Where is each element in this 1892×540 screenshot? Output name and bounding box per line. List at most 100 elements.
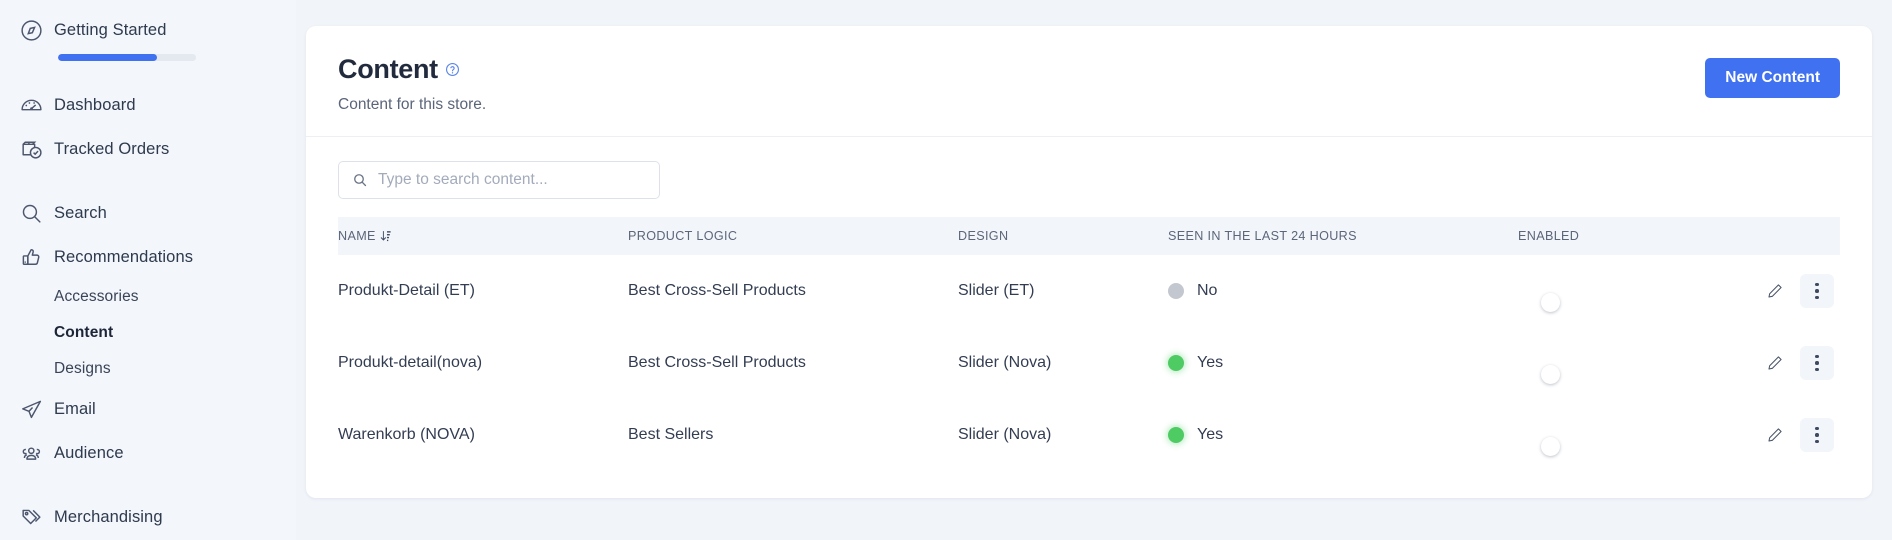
sidebar-item-label: Getting Started xyxy=(54,20,167,39)
sidebar-item-accessories[interactable]: Accessories xyxy=(0,279,296,315)
sidebar-item-label: Accessories xyxy=(54,288,139,305)
sidebar-item-designs[interactable]: Designs xyxy=(0,351,296,387)
help-circle-icon[interactable] xyxy=(445,62,460,77)
column-header-label: Name xyxy=(338,229,376,243)
kebab-menu-icon xyxy=(1815,426,1819,444)
table-row[interactable]: Produkt-detail(nova) Best Cross-Sell Pro… xyxy=(338,327,1840,399)
sidebar-item-label: Recommendations xyxy=(54,247,194,266)
cell-design: Slider (ET) xyxy=(958,282,1035,299)
sidebar-item-audience[interactable]: Audience xyxy=(0,431,296,475)
cell-enabled xyxy=(1518,255,1748,327)
status-dot xyxy=(1168,355,1184,371)
cell-product-logic: Best Sellers xyxy=(628,426,714,443)
cell-seen: Yes xyxy=(1168,327,1518,399)
cell-actions xyxy=(1748,399,1840,471)
cell-product-logic: Best Cross-Sell Products xyxy=(628,282,806,299)
cell-name: Produkt-detail(nova) xyxy=(338,354,483,371)
search-box xyxy=(338,161,660,199)
column-header-design[interactable]: Design xyxy=(958,217,1168,255)
sidebar-item-getting-started[interactable]: Getting Started xyxy=(0,8,296,52)
column-header-label: Product Logic xyxy=(628,229,738,243)
table-row[interactable]: Warenkorb (NOVA) Best Sellers Slider (No… xyxy=(338,399,1840,471)
people-icon xyxy=(8,441,54,466)
header-text-block: Content Content for this store. xyxy=(338,54,486,114)
sidebar-item-label: Merchandising xyxy=(54,507,163,526)
progress-fill xyxy=(58,54,158,61)
content-table: Name xyxy=(338,217,1840,471)
cell-name: Warenkorb (NOVA) xyxy=(338,426,475,443)
cell-enabled xyxy=(1518,327,1748,399)
sidebar-item-merchandising[interactable]: Merchandising xyxy=(0,495,296,539)
table-header: Name xyxy=(338,217,1840,255)
content-card: Content Content for this store. New Cont… xyxy=(306,26,1872,498)
column-header-label: Seen in the last 24 hours xyxy=(1168,229,1357,243)
cell-enabled xyxy=(1518,399,1748,471)
cell-product-logic: Best Cross-Sell Products xyxy=(628,354,806,371)
cell-actions xyxy=(1748,255,1840,327)
tag-icon xyxy=(8,505,54,530)
sidebar-item-label: Content xyxy=(54,324,114,341)
sidebar-item-label: Tracked Orders xyxy=(54,139,170,158)
sidebar-item-recommendations[interactable]: Recommendations xyxy=(0,235,296,279)
sidebar-item-email[interactable]: Email xyxy=(0,387,296,431)
sidebar-item-label: Email xyxy=(54,399,96,418)
main-content: Content Content for this store. New Cont… xyxy=(296,0,1892,540)
status-dot xyxy=(1168,283,1184,299)
cell-seen: No xyxy=(1168,255,1518,327)
column-header-seen[interactable]: Seen in the last 24 hours xyxy=(1168,217,1518,255)
row-menu-button[interactable] xyxy=(1800,418,1834,452)
seen-label: No xyxy=(1197,282,1218,299)
cell-design: Slider (Nova) xyxy=(958,354,1052,371)
sidebar-item-search[interactable]: Search xyxy=(0,191,296,235)
sidebar-item-label: Audience xyxy=(54,443,124,462)
table-body: Produkt-Detail (ET) Best Cross-Sell Prod… xyxy=(338,255,1840,471)
search-input[interactable] xyxy=(338,161,660,199)
box-check-icon xyxy=(8,137,54,162)
column-header-label: Enabled xyxy=(1518,229,1580,243)
kebab-menu-icon xyxy=(1815,282,1819,300)
sidebar-item-label: Dashboard xyxy=(54,95,136,114)
sidebar-item-content[interactable]: Content xyxy=(0,315,296,351)
sidebar-item-tracked-orders[interactable]: Tracked Orders xyxy=(0,127,296,171)
card-header: Content Content for this store. New Cont… xyxy=(306,26,1872,137)
status-dot xyxy=(1168,427,1184,443)
column-header-name[interactable]: Name xyxy=(338,217,628,255)
cell-name: Produkt-Detail (ET) xyxy=(338,282,475,299)
row-menu-button[interactable] xyxy=(1800,274,1834,308)
new-content-button[interactable]: New Content xyxy=(1705,58,1840,98)
sidebar-item-dashboard[interactable]: Dashboard xyxy=(0,83,296,127)
edit-row-button[interactable] xyxy=(1764,424,1786,446)
paper-plane-icon xyxy=(8,397,54,422)
sidebar: Getting Started Dashboard Tracked Orders… xyxy=(0,0,296,540)
column-header-enabled[interactable]: Enabled xyxy=(1518,217,1748,255)
thumbs-up-icon xyxy=(8,245,54,270)
sidebar-item-label: Designs xyxy=(54,360,111,377)
compass-icon xyxy=(8,18,54,43)
getting-started-progress xyxy=(58,54,196,61)
seen-label: Yes xyxy=(1197,426,1224,443)
page-subtitle: Content for this store. xyxy=(338,96,487,113)
cell-actions xyxy=(1748,327,1840,399)
column-header-actions xyxy=(1748,217,1840,255)
column-header-product-logic[interactable]: Product Logic xyxy=(628,217,958,255)
table-header-row: Name xyxy=(338,217,1840,255)
app-root: Getting Started Dashboard Tracked Orders… xyxy=(0,0,1892,540)
page-title: Content xyxy=(338,54,438,84)
kebab-menu-icon xyxy=(1815,354,1819,372)
row-menu-button[interactable] xyxy=(1800,346,1834,380)
sidebar-item-label: Search xyxy=(54,203,107,222)
cell-design: Slider (Nova) xyxy=(958,426,1052,443)
table-row[interactable]: Produkt-Detail (ET) Best Cross-Sell Prod… xyxy=(338,255,1840,327)
sort-icon[interactable] xyxy=(380,230,391,243)
title-row: Content xyxy=(338,54,486,85)
cell-seen: Yes xyxy=(1168,399,1518,471)
seen-label: Yes xyxy=(1197,354,1224,371)
search-icon xyxy=(352,172,368,188)
gauge-icon xyxy=(8,93,54,118)
edit-row-button[interactable] xyxy=(1764,280,1786,302)
edit-row-button[interactable] xyxy=(1764,352,1786,374)
magnifier-icon xyxy=(8,201,54,226)
card-body: Name xyxy=(306,137,1872,471)
